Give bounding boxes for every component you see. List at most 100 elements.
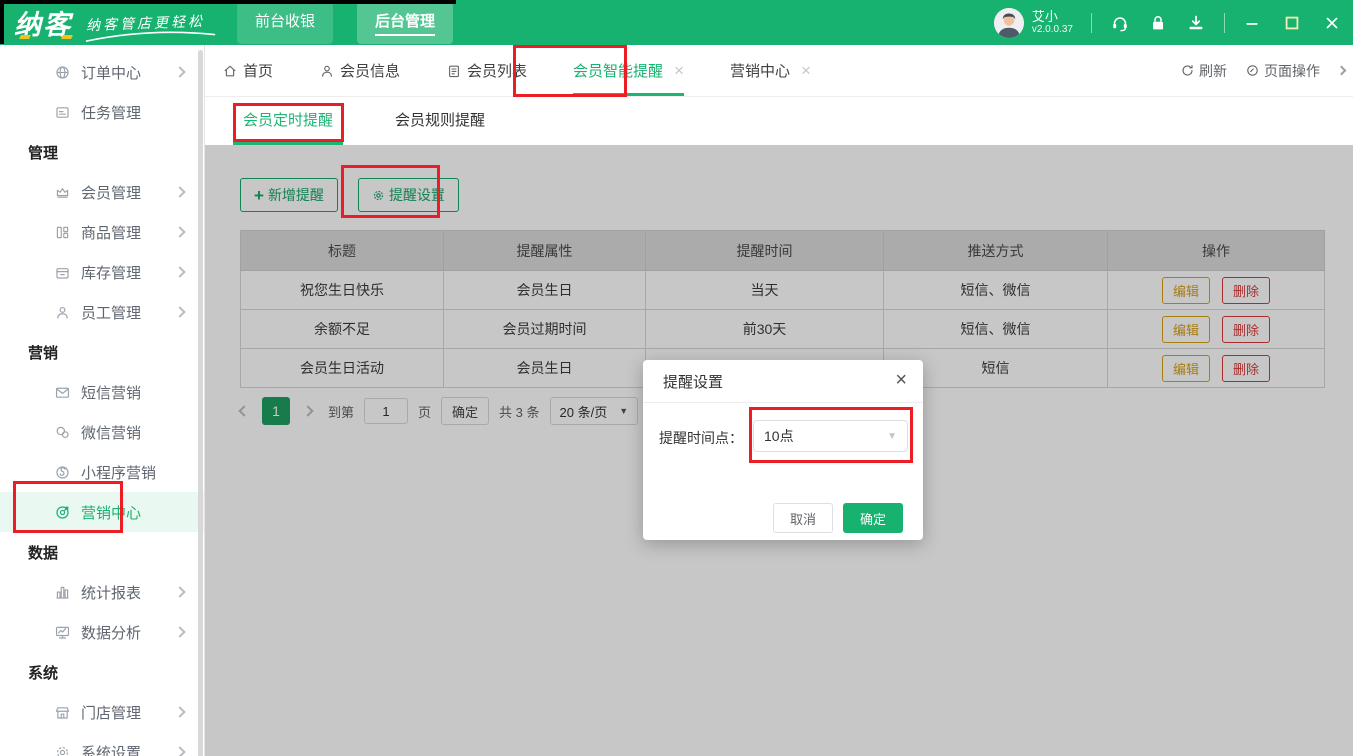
sidebar-item-marketing-center[interactable]: 营销中心 xyxy=(0,492,204,532)
confirm-button[interactable]: 确定 xyxy=(843,503,903,533)
bar-chart-icon xyxy=(54,584,71,601)
reminder-time-label: 提醒时间点： xyxy=(659,428,743,448)
sidebar-item-data-analysis[interactable]: 数据分析 xyxy=(0,612,204,652)
minimize-icon[interactable] xyxy=(1243,14,1261,32)
reminder-time-value: 10点 xyxy=(764,426,794,446)
chevron-right-icon xyxy=(174,706,185,717)
brand-logo: 纳客 xyxy=(14,3,72,42)
sidebar-item-member-management[interactable]: 会员管理 xyxy=(0,172,204,212)
sidebar-item-label: 营销中心 xyxy=(81,502,141,523)
maximize-icon[interactable] xyxy=(1283,14,1301,32)
front-cashier-button[interactable]: 前台收银 xyxy=(237,2,333,44)
refresh-button[interactable]: 刷新 xyxy=(1180,61,1227,81)
window-edge xyxy=(0,0,4,44)
sidebar-item-task-management[interactable]: 任务管理 xyxy=(0,92,204,132)
sidebar-item-label: 员工管理 xyxy=(81,302,141,323)
sidebar-item-goods-management[interactable]: 商品管理 xyxy=(0,212,204,252)
chevron-right-icon[interactable] xyxy=(1337,66,1347,76)
staff-icon xyxy=(54,304,71,321)
dialog-header: 提醒设置 × xyxy=(643,360,923,403)
cancel-button[interactable]: 取消 xyxy=(773,503,833,533)
page-operations-icon xyxy=(1245,63,1260,78)
globe-icon xyxy=(54,64,71,81)
tab-member-info[interactable]: 会员信息 xyxy=(319,45,400,96)
envelope-icon xyxy=(54,384,71,401)
miniprogram-icon xyxy=(54,464,71,481)
sidebar-item-store-management[interactable]: 门店管理 xyxy=(0,692,204,732)
user-icon xyxy=(319,63,335,79)
sidebar-item-label: 小程序营销 xyxy=(81,462,156,483)
tab-marketing-center[interactable]: 营销中心 × xyxy=(730,45,811,96)
sidebar-item-label: 短信营销 xyxy=(81,382,141,403)
sidebar-item-label: 微信营销 xyxy=(81,422,141,443)
reminder-time-select[interactable]: 10点 ▼ xyxy=(753,420,908,452)
monitor-icon xyxy=(54,624,71,641)
wechat-icon xyxy=(54,424,71,441)
close-dialog-icon[interactable]: × xyxy=(895,370,907,390)
backend-management-label: 后台管理 xyxy=(375,10,435,36)
sidebar-item-statistics-report[interactable]: 统计报表 xyxy=(0,572,204,612)
sidebar-item-miniprogram-marketing[interactable]: 小程序营销 xyxy=(0,452,204,492)
sidebar-item-staff-management[interactable]: 员工管理 xyxy=(0,292,204,332)
sidebar-item-label: 订单中心 xyxy=(81,62,141,83)
clipboard-icon xyxy=(446,63,462,79)
tab-bar: 首页 会员信息 会员列表 会员智能提醒 × 营销中心 × xyxy=(205,45,1353,97)
sidebar-item-system-settings[interactable]: 系统设置 xyxy=(0,732,204,756)
app-window: 纳客 纳客管店更轻松 前台收银 后台管理 xyxy=(0,0,1353,756)
sidebar-item-label: 任务管理 xyxy=(81,102,141,123)
support-headset-icon[interactable] xyxy=(1110,13,1130,33)
divider xyxy=(1224,13,1225,33)
subtab-label: 会员定时提醒 xyxy=(243,109,333,130)
tab-home[interactable]: 首页 xyxy=(222,45,273,96)
target-icon xyxy=(54,504,71,521)
sidebar-item-label: 系统设置 xyxy=(81,742,141,756)
page-operations-label: 页面操作 xyxy=(1264,61,1320,81)
home-icon xyxy=(222,63,238,79)
task-card-icon xyxy=(54,104,71,121)
backend-management-button[interactable]: 后台管理 xyxy=(357,2,453,44)
top-header: 纳客 纳客管店更轻松 前台收银 后台管理 xyxy=(0,0,1353,45)
window-controls xyxy=(1243,14,1341,32)
lock-icon[interactable] xyxy=(1148,13,1168,33)
store-icon xyxy=(54,704,71,721)
header-right: 艾小 v2.0.0.37 xyxy=(994,0,1341,45)
goods-icon xyxy=(54,224,71,241)
user-box[interactable]: 艾小 v2.0.0.37 xyxy=(994,8,1073,38)
close-tab-icon[interactable]: × xyxy=(674,61,684,81)
avatar xyxy=(994,8,1024,38)
page-operations-button[interactable]: 页面操作 xyxy=(1245,61,1320,81)
close-tab-icon[interactable]: × xyxy=(801,61,811,81)
subtab-member-rule-reminder[interactable]: 会员规则提醒 xyxy=(385,97,495,145)
sidebar-section-data: 数据 xyxy=(0,532,204,572)
subtab-member-timed-reminder[interactable]: 会员定时提醒 xyxy=(233,97,343,145)
subtab-bar: 会员定时提醒 会员规则提醒 xyxy=(205,97,1353,145)
sidebar-section-management: 管理 xyxy=(0,132,204,172)
sidebar-item-order-center[interactable]: 订单中心 xyxy=(0,52,204,92)
tab-label: 会员列表 xyxy=(467,60,527,81)
crown-icon xyxy=(54,184,71,201)
close-window-icon[interactable] xyxy=(1323,14,1341,32)
download-icon[interactable] xyxy=(1186,13,1206,33)
chevron-right-icon xyxy=(174,306,185,317)
sidebar-item-sms-marketing[interactable]: 短信营销 xyxy=(0,372,204,412)
tab-member-smart-reminder[interactable]: 会员智能提醒 × xyxy=(573,45,684,96)
sidebar-item-label: 商品管理 xyxy=(81,222,141,243)
brand-slogan: 纳客管店更轻松 xyxy=(86,10,206,34)
app-version: v2.0.0.37 xyxy=(1032,24,1073,35)
sidebar-section-system: 系统 xyxy=(0,652,204,692)
sidebar-item-label: 统计报表 xyxy=(81,582,141,603)
chevron-right-icon xyxy=(174,66,185,77)
refresh-icon xyxy=(1180,63,1195,78)
tab-label: 会员智能提醒 xyxy=(573,60,663,81)
sidebar-item-inventory-management[interactable]: 库存管理 xyxy=(0,252,204,292)
sidebar-item-wechat-marketing[interactable]: 微信营销 xyxy=(0,412,204,452)
window-edge xyxy=(0,0,456,4)
sidebar-item-label: 库存管理 xyxy=(81,262,141,283)
tab-member-list[interactable]: 会员列表 xyxy=(446,45,527,96)
sidebar-item-label: 门店管理 xyxy=(81,702,141,723)
sidebar-scrollbar[interactable] xyxy=(198,50,203,756)
reminder-settings-dialog: 提醒设置 × 提醒时间点： 10点 ▼ 取消 确定 xyxy=(643,360,923,540)
chevron-right-icon xyxy=(174,626,185,637)
chevron-right-icon xyxy=(174,186,185,197)
chevron-right-icon xyxy=(174,226,185,237)
